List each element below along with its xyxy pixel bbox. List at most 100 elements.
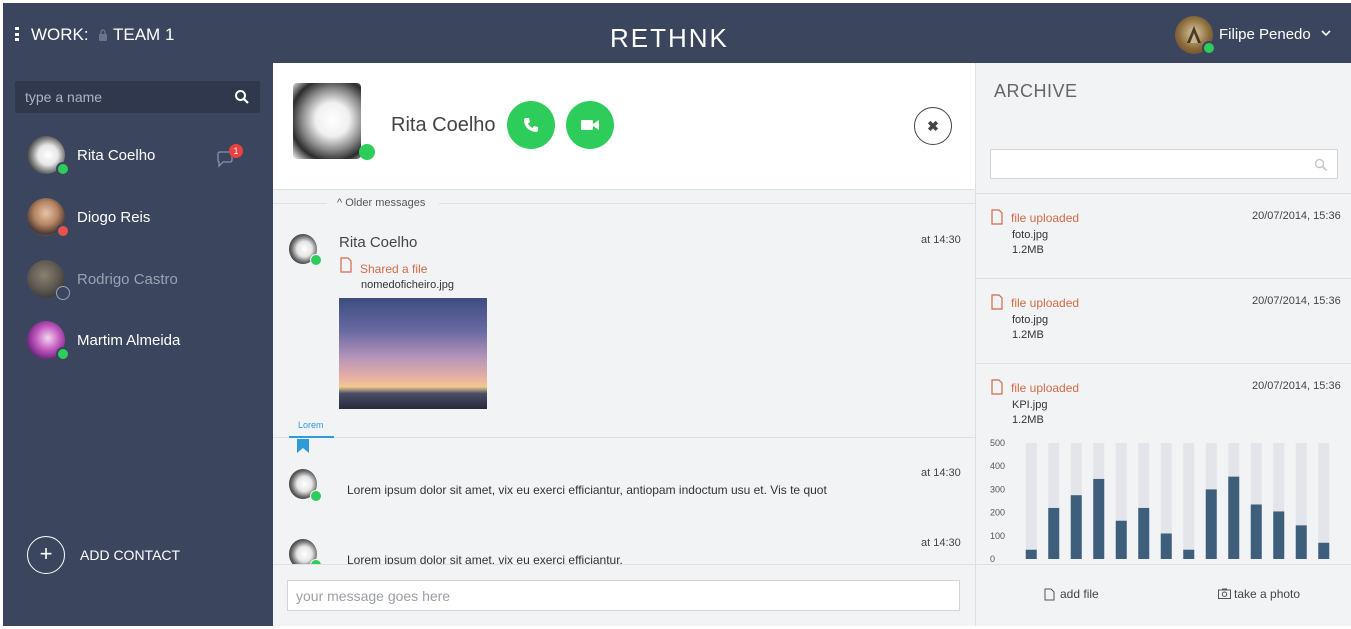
chat-header: Rita Coelho ✖ [273,63,975,190]
user-name[interactable]: Filipe Penedo [1219,26,1311,43]
add-file-label: add file [1060,587,1099,601]
status-online-dot [56,162,70,176]
file-icon [1044,588,1055,601]
file-icon [991,379,1003,395]
bar-13 [1318,542,1330,559]
voice-call-button[interactable] [507,101,555,149]
archive-search-input[interactable] [991,150,1301,178]
archive-search-box [990,149,1338,179]
bookmark-icon[interactable] [296,439,310,453]
shared-file-name[interactable]: nomedoficheiro.jpg [361,279,454,291]
contact-item-rodrigo-castro[interactable]: Rodrigo Castro [3,254,273,306]
chevron-up-icon: ^ [337,197,343,209]
archive-item[interactable]: file uploaded 20/07/2014, 15:36 foto.jpg… [976,278,1351,363]
close-chat-button[interactable]: ✖ [914,107,952,145]
archive-footer: add file take a photo [976,564,1351,626]
contact-name: Martim Almeida [77,332,181,349]
archive-item[interactable]: file uploaded 20/07/2014, 15:36 foto.jpg… [976,193,1351,278]
bar-11 [1273,511,1285,559]
contact-search-input[interactable] [15,81,225,113]
archive-item-label: file uploaded [1011,296,1080,310]
contact-item-diogo-reis[interactable]: Diogo Reis [3,192,273,244]
file-icon [340,257,352,273]
file-icon [991,294,1003,310]
status-online-dot [359,144,375,160]
archive-item-date: 20/07/2014, 15:36 [1252,210,1341,222]
archive-item-size: 1.2MB [1012,244,1044,256]
message-text: Lorem ipsum dolor sit amet, vix eu exerc… [347,483,827,497]
kpi-bar-chart: 500 400 300 200 100 0 [990,438,1330,564]
message-time: at 14:30 [921,234,961,246]
y-tick-label: 400 [990,461,1005,471]
add-contact-label: ADD CONTACT [80,547,181,563]
status-online-dot [310,254,322,266]
archive-panel: ARCHIVE file uploaded 20/07/2014, 15:36 … [975,63,1351,626]
menu-icon[interactable] [15,27,19,41]
bar-8 [1205,489,1217,559]
bar-1 [1048,507,1060,559]
archive-item-label: file uploaded [1011,381,1080,395]
chat-contact-avatar [293,83,361,159]
bar-9 [1228,476,1240,559]
bar-2 [1070,495,1082,559]
y-tick-label: 0 [990,554,995,564]
phone-icon [524,118,538,132]
bar-3 [1093,478,1105,559]
chat-contact-name: Rita Coelho [391,114,496,136]
y-tick-label: 100 [990,531,1005,541]
chevron-down-icon[interactable] [1321,27,1331,41]
app-logo: RETHNK [610,23,729,53]
user-status-dot [1202,41,1216,55]
bar-10 [1250,504,1262,559]
unread-badge: 1 [229,144,243,158]
shared-photo-thumbnail[interactable] [339,298,487,409]
bar-track [1183,443,1195,559]
message-time: at 14:30 [921,537,961,549]
message-composer [273,564,975,626]
bar-6 [1160,533,1172,559]
team-selector[interactable]: TEAM 1 [113,25,174,45]
message-time: at 14:30 [921,467,961,479]
status-online-dot [310,490,322,502]
y-tick-label: 200 [990,508,1005,518]
status-busy-dot [56,224,70,238]
archive-item-file: foto.jpg [1012,229,1049,241]
lock-icon [99,29,107,41]
video-call-button[interactable] [566,101,614,149]
take-photo-label: take a photo [1234,587,1301,601]
plus-icon: + [27,536,65,574]
contact-name: Rita Coelho [77,147,156,164]
contact-search-box [15,81,260,113]
camera-icon [1218,588,1231,599]
archive-item-date: 20/07/2014, 15:36 [1252,295,1341,307]
top-header: WORK: TEAM 1 RETHNK Filipe Penedo [3,3,1351,63]
bar-0 [1025,549,1037,559]
archive-item-size: 1.2MB [1012,329,1044,341]
message-input[interactable] [287,580,960,611]
contact-item-rita-coelho[interactable]: Rita Coelho 1 [3,130,273,182]
bookmark-label: Lorem [298,420,324,430]
bar-12 [1295,525,1307,559]
video-camera-icon [581,120,599,130]
bookmark-divider [273,437,975,438]
contact-item-martim-almeida[interactable]: Martim Almeida [3,315,273,367]
add-contact-button[interactable]: + ADD CONTACT [27,536,247,576]
status-online-dot [56,347,70,361]
older-messages-label: Older messages [345,197,426,209]
archive-item-size: 1.2MB [1012,414,1044,426]
work-label: WORK: [31,25,89,44]
archive-item-file: foto.jpg [1012,314,1049,326]
archive-item-date: 20/07/2014, 15:36 [1252,380,1341,392]
app-window: WORK: TEAM 1 RETHNK Filipe Penedo type a… [3,3,1351,626]
bar-track [1318,443,1330,559]
contact-name: Rodrigo Castro [77,271,178,288]
y-tick-label: 500 [990,438,1005,448]
search-icon[interactable] [1314,158,1328,172]
bookmark-line [289,436,334,438]
close-icon: ✖ [927,118,939,134]
contact-name: Diogo Reis [77,209,151,226]
bar-7 [1183,549,1195,559]
older-messages-link[interactable]: ^ Older messages [337,197,425,209]
message-author: Rita Coelho [339,234,418,251]
search-icon[interactable] [234,89,250,105]
